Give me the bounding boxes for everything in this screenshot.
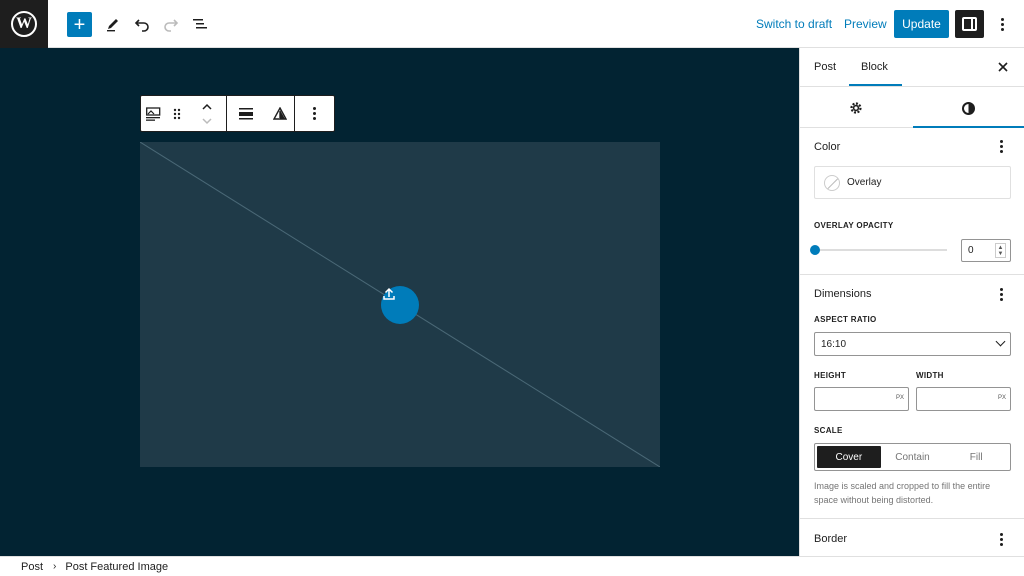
list-view-icon bbox=[193, 19, 207, 29]
more-vertical-icon bbox=[1000, 140, 1003, 153]
upload-icon bbox=[383, 287, 395, 300]
aspect-ratio-select[interactable]: 16:10 bbox=[814, 332, 1011, 356]
featured-image-icon bbox=[146, 106, 161, 121]
more-options-icon bbox=[312, 107, 316, 120]
featured-image-block-button[interactable] bbox=[141, 96, 166, 131]
tab-styles[interactable] bbox=[961, 101, 975, 115]
settings-sidebar: Post Block Color Overlay OVERLAY OPACITY… bbox=[799, 48, 1024, 556]
section-divider bbox=[800, 518, 1024, 519]
breadcrumb-item-post[interactable]: Post bbox=[21, 561, 43, 573]
active-tab-indicator bbox=[849, 84, 902, 86]
color-swatch-icon bbox=[824, 174, 840, 191]
undo-icon bbox=[134, 19, 149, 32]
block-options-button[interactable] bbox=[295, 96, 333, 131]
block-toolbar-group bbox=[141, 96, 227, 131]
dimensions-section-title: Dimensions bbox=[814, 288, 872, 300]
upload-button[interactable] bbox=[381, 286, 419, 324]
editor-canvas bbox=[0, 48, 799, 556]
color-options-button[interactable] bbox=[1000, 140, 1003, 153]
height-input[interactable]: PX bbox=[814, 387, 909, 411]
align-icon bbox=[239, 107, 253, 119]
width-unit: PX bbox=[997, 395, 1006, 401]
edit-tools-button[interactable] bbox=[100, 11, 126, 37]
breadcrumb: Post › Post Featured Image bbox=[0, 556, 1024, 576]
block-toolbar-group bbox=[295, 96, 333, 131]
dimensions-options-button[interactable] bbox=[1000, 288, 1003, 301]
scale-option-contain[interactable]: Contain bbox=[881, 446, 945, 468]
overlay-opacity-value: 0 bbox=[968, 245, 974, 256]
gear-icon bbox=[850, 102, 862, 114]
pencil-icon bbox=[107, 19, 118, 32]
document-overview-button[interactable] bbox=[187, 11, 213, 37]
block-toolbar-group bbox=[227, 96, 295, 131]
update-button[interactable]: Update bbox=[894, 10, 949, 38]
sidebar-icon bbox=[962, 17, 977, 31]
wordpress-logo-icon: W bbox=[11, 11, 37, 37]
featured-image-placeholder[interactable] bbox=[140, 142, 660, 467]
height-label: HEIGHT bbox=[814, 371, 847, 380]
tab-post[interactable]: Post bbox=[814, 61, 836, 73]
align-button[interactable] bbox=[227, 96, 265, 131]
number-spinner-icon[interactable]: ▲ ▼ bbox=[995, 243, 1006, 258]
overlay-opacity-slider-thumb[interactable] bbox=[810, 245, 820, 255]
styles-contrast-icon bbox=[961, 101, 975, 115]
aspect-ratio-value: 16:10 bbox=[821, 338, 847, 350]
height-unit: PX bbox=[895, 395, 904, 401]
active-subtab-indicator bbox=[913, 126, 1024, 128]
width-input[interactable]: PX bbox=[916, 387, 1011, 411]
border-options-button[interactable] bbox=[1000, 533, 1003, 546]
add-block-button[interactable]: + bbox=[67, 12, 92, 37]
block-toolbar bbox=[140, 95, 335, 132]
move-up-down-button[interactable] bbox=[188, 96, 226, 131]
color-section-title: Color bbox=[814, 141, 841, 153]
chevron-right-icon: › bbox=[53, 561, 57, 572]
close-icon bbox=[998, 62, 1008, 72]
drag-handle-icon bbox=[173, 108, 181, 119]
aspect-ratio-label: ASPECT RATIO bbox=[814, 315, 877, 324]
redo-button[interactable] bbox=[158, 11, 184, 37]
width-label: WIDTH bbox=[916, 371, 944, 380]
overlay-opacity-label: OVERLAY OPACITY bbox=[814, 221, 894, 230]
tab-block[interactable]: Block bbox=[861, 61, 888, 73]
section-divider bbox=[800, 274, 1024, 275]
options-menu-button[interactable] bbox=[989, 11, 1015, 37]
redo-icon bbox=[164, 19, 179, 32]
warning-icon bbox=[272, 107, 287, 120]
overlay-opacity-input[interactable]: 0 ▲ ▼ bbox=[961, 239, 1011, 262]
move-up-down-icon bbox=[202, 103, 212, 124]
block-subtabs bbox=[800, 88, 1024, 128]
scale-label: SCALE bbox=[814, 426, 843, 435]
close-sidebar-button[interactable] bbox=[995, 59, 1011, 75]
breadcrumb-item-featured-image[interactable]: Post Featured Image bbox=[65, 561, 168, 573]
more-vertical-icon bbox=[1000, 17, 1004, 31]
border-section-title: Border bbox=[814, 533, 848, 545]
scale-option-fill[interactable]: Fill bbox=[944, 446, 1008, 468]
chevron-down-icon bbox=[995, 336, 1006, 347]
scale-toggle-group: Cover Contain Fill bbox=[814, 443, 1011, 471]
overlay-color-button[interactable]: Overlay bbox=[814, 166, 1011, 199]
sidebar-tabs: Post Block bbox=[800, 48, 1024, 87]
undo-button[interactable] bbox=[129, 11, 155, 37]
more-vertical-icon bbox=[1000, 533, 1003, 546]
scale-help-text: Image is scaled and cropped to fill the … bbox=[814, 481, 991, 505]
editor-top-bar: W + Switch to draft Preview Update bbox=[0, 0, 1024, 48]
preview-button[interactable]: Preview bbox=[844, 17, 887, 31]
more-vertical-icon bbox=[1000, 288, 1003, 301]
switch-to-draft-button[interactable]: Switch to draft bbox=[756, 17, 832, 31]
settings-toggle-button[interactable] bbox=[955, 10, 984, 38]
overlay-label: Overlay bbox=[847, 177, 882, 188]
tab-settings[interactable] bbox=[849, 101, 863, 115]
overlay-opacity-slider[interactable] bbox=[814, 249, 947, 251]
scale-option-cover[interactable]: Cover bbox=[817, 446, 881, 468]
wordpress-logo[interactable]: W bbox=[0, 0, 48, 48]
duotone-button[interactable] bbox=[265, 96, 294, 131]
drag-handle[interactable] bbox=[166, 96, 188, 131]
